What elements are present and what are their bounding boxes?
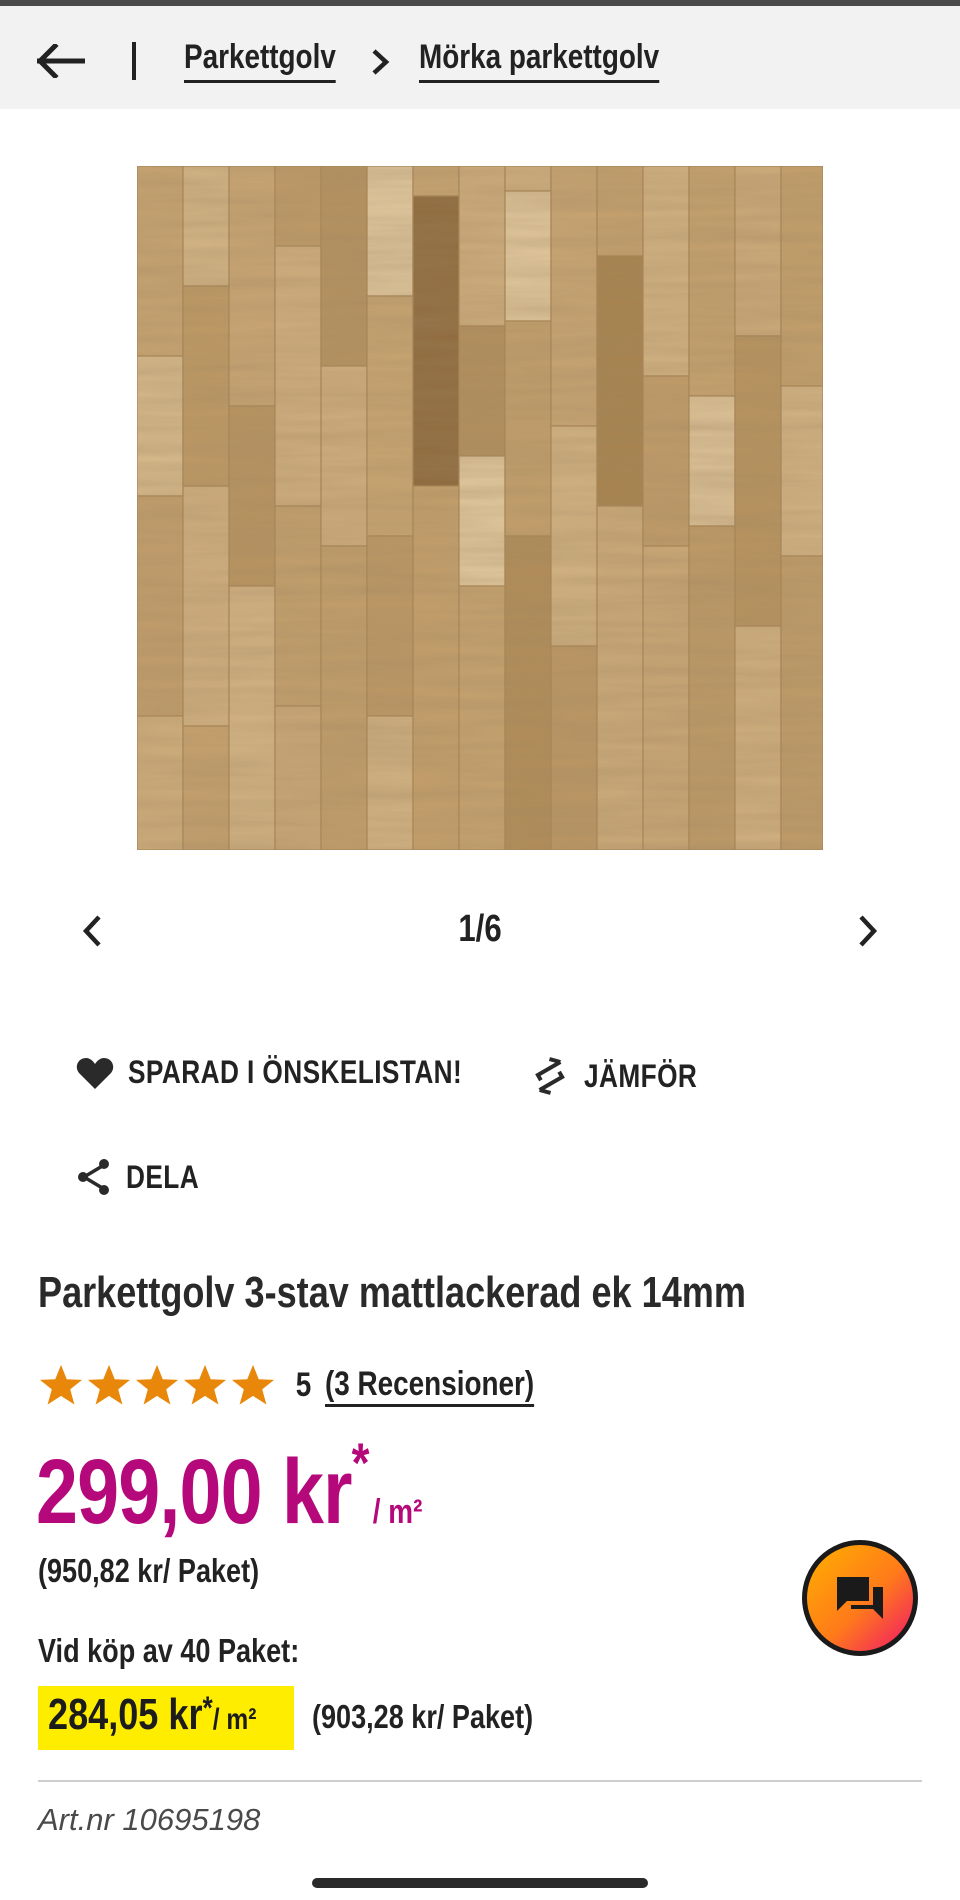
volume-price-asterisk: * — [202, 1690, 213, 1726]
divider-line — [38, 1780, 922, 1782]
price-value: 299,00 kr — [36, 1441, 352, 1543]
heart-icon — [76, 1057, 114, 1089]
price-asterisk: * — [351, 1431, 370, 1494]
star-icon — [135, 1364, 179, 1405]
chevron-left-icon — [82, 915, 101, 947]
product-rating: 5 (3 Recensioner) — [38, 1362, 580, 1408]
chat-button[interactable] — [802, 1540, 918, 1656]
volume-price-unit: / m² — [212, 1703, 257, 1736]
package-price: (950,82 kr/ Paket) — [38, 1552, 260, 1589]
wishlist-button[interactable]: SPARAD I ÖNSKELISTAN! — [76, 1054, 536, 1091]
breadcrumb-header: Parkettgolv Mörka parkettgolv — [0, 6, 960, 109]
star-icon — [87, 1364, 131, 1405]
reviews-link[interactable]: (3 Recensioner) — [324, 1364, 535, 1407]
product-image[interactable] — [137, 166, 823, 850]
volume-price-value: 284,05 kr — [48, 1690, 203, 1739]
wishlist-label: SPARAD I ÖNSKELISTAN! — [128, 1054, 463, 1090]
star-icon — [183, 1364, 227, 1405]
product-title: Parkettgolv 3-stav mattlackerad ek 14mm — [38, 1268, 746, 1317]
back-button[interactable] — [34, 34, 88, 88]
oak-parquet-texture — [137, 166, 823, 850]
arrow-left-icon — [37, 44, 85, 78]
breadcrumb-parkettgolv[interactable]: Parkettgolv — [184, 36, 336, 83]
breadcrumb-morka-parkettgolv[interactable]: Mörka parkettgolv — [419, 36, 660, 83]
home-indicator — [312, 1878, 648, 1888]
price: 299,00 kr*/ m² — [36, 1431, 423, 1545]
compare-label: JÄMFÖR — [584, 1057, 698, 1094]
volume-package-price: (903,28 kr/ Paket) — [312, 1698, 534, 1735]
next-image-button[interactable] — [848, 908, 888, 954]
price-unit: / m² — [372, 1493, 423, 1531]
share-icon — [78, 1159, 109, 1195]
rating-stars — [38, 1362, 276, 1408]
share-button[interactable]: DELA — [76, 1158, 215, 1196]
header-divider — [132, 42, 136, 80]
share-label: DELA — [126, 1158, 200, 1195]
star-icon — [231, 1364, 275, 1405]
rating-value: 5 — [295, 1365, 312, 1404]
chevron-right-icon — [859, 915, 878, 947]
volume-price: 284,05 kr*/ m² — [48, 1690, 256, 1740]
star-icon — [39, 1364, 83, 1405]
volume-discount-label: Vid köp av 40 Paket: — [38, 1632, 300, 1669]
compare-button[interactable]: JÄMFÖR — [530, 1054, 722, 1098]
chevron-right-icon — [370, 48, 392, 81]
image-counter: 1/6 — [458, 908, 502, 950]
compare-arrows-icon — [535, 1057, 565, 1095]
chat-bubbles-icon — [837, 1577, 883, 1619]
previous-image-button[interactable] — [72, 908, 112, 954]
article-number: Art.nr 10695198 — [38, 1802, 261, 1837]
